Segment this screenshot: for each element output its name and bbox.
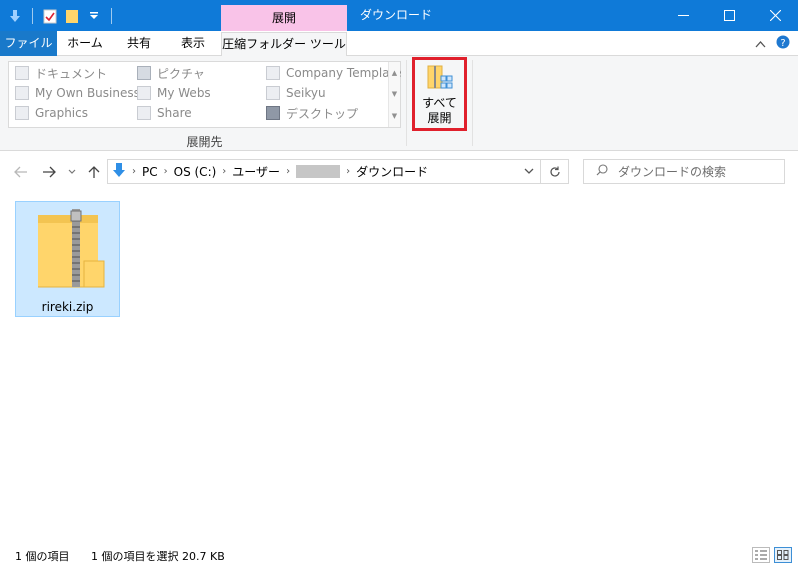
destination-item[interactable]: ドキュメント: [15, 63, 107, 83]
tab-share[interactable]: 共有: [113, 31, 165, 56]
back-button[interactable]: [12, 162, 30, 182]
up-arrow-icon: [88, 166, 100, 178]
status-selection: 1 個の項目を選択 20.7 KB: [91, 550, 225, 563]
document-folder-icon: [15, 66, 29, 80]
minimize-icon: [677, 15, 689, 16]
close-icon: [769, 10, 781, 21]
extract-all-icon: [427, 64, 453, 94]
ribbon-tab-row: ファイル ホーム 共有 表示 圧縮フォルダー ツール ?: [0, 31, 798, 57]
quick-access-toolbar: [6, 6, 116, 26]
gallery-expand-icon[interactable]: ▼: [392, 112, 397, 120]
down-arrow-icon[interactable]: [6, 7, 24, 25]
file-list-view[interactable]: rireki.zip: [0, 192, 798, 538]
search-icon: [596, 164, 608, 179]
ribbon-group-separator: [406, 60, 407, 146]
recent-locations-button[interactable]: [66, 162, 78, 182]
breadcrumb-pc[interactable]: PC: [142, 165, 158, 179]
ribbon-group-separator: [472, 60, 473, 146]
collapse-ribbon-icon[interactable]: [755, 37, 766, 51]
destination-item[interactable]: My Webs: [137, 83, 211, 103]
scroll-down-icon[interactable]: ▼: [392, 90, 397, 98]
breadcrumb-users[interactable]: ユーザー: [232, 163, 280, 180]
tab-file[interactable]: ファイル: [0, 31, 57, 56]
maximize-icon: [723, 10, 735, 21]
scroll-up-icon[interactable]: ▲: [392, 69, 397, 77]
qat-separator: [111, 8, 112, 24]
extract-destination-gallery: ドキュメント ピクチャ Company Template My Own Busi…: [8, 61, 402, 128]
qat-separator: [32, 8, 33, 24]
details-view-button[interactable]: [752, 547, 770, 563]
folder-icon: [266, 66, 280, 80]
destination-item[interactable]: Seikyu: [266, 83, 326, 103]
large-icons-view-icon: [777, 550, 789, 560]
zip-folder-icon: [36, 209, 106, 291]
breadcrumb-downloads[interactable]: ダウンロード: [356, 163, 428, 180]
destination-item[interactable]: Company Template: [266, 63, 402, 83]
folder-icon: [266, 86, 280, 100]
large-icons-view-button[interactable]: [774, 547, 792, 563]
extract-all-label-line2: 展開: [427, 111, 452, 125]
search-box[interactable]: [583, 159, 785, 184]
destination-item[interactable]: My Own Business: [15, 83, 140, 103]
address-bar[interactable]: › PC › OS (C:) › ユーザー › › ダウンロード: [107, 159, 541, 184]
breadcrumb-redacted-user[interactable]: [296, 165, 341, 178]
status-item-count: 1 個の項目: [15, 550, 70, 563]
context-tab-header: 展開: [221, 5, 347, 32]
breadcrumb-chevron-icon[interactable]: ›: [222, 166, 226, 177]
desktop-icon: [266, 106, 280, 120]
folder-icon: [15, 86, 29, 100]
tab-compressed-folder-tools[interactable]: 圧縮フォルダー ツール: [221, 32, 347, 57]
breadcrumb-drive[interactable]: OS (C:): [174, 165, 217, 179]
ribbon-group-label: 展開先: [186, 135, 223, 149]
folder-icon: [137, 106, 151, 120]
breadcrumb-chevron-icon[interactable]: ›: [346, 166, 350, 177]
refresh-button[interactable]: [541, 159, 569, 184]
window-controls: [660, 0, 798, 31]
extract-all-label-line1: すべて: [422, 96, 457, 110]
destination-item[interactable]: Share: [137, 103, 192, 123]
folder-icon: [137, 86, 151, 100]
help-icon[interactable]: ?: [776, 35, 790, 52]
title-bar: 展開 ダウンロード: [0, 0, 798, 32]
address-dropdown-icon[interactable]: [524, 164, 534, 177]
back-arrow-icon: [14, 166, 27, 178]
view-toggle: [752, 547, 792, 563]
up-button[interactable]: [85, 162, 103, 182]
svg-text:?: ?: [780, 38, 785, 49]
properties-icon[interactable]: [41, 7, 59, 25]
folder-icon: [15, 106, 29, 120]
forward-arrow-icon: [43, 166, 56, 178]
gallery-scrollbar[interactable]: ▲ ▼ ▼: [388, 62, 400, 127]
destination-item[interactable]: デスクトップ: [266, 103, 358, 123]
minimize-button[interactable]: [660, 0, 706, 31]
tab-home[interactable]: ホーム: [57, 31, 113, 56]
breadcrumb-chevron-icon[interactable]: ›: [132, 166, 136, 177]
new-folder-icon[interactable]: [63, 7, 81, 25]
window-title: ダウンロード: [360, 8, 433, 22]
qat-dropdown-icon[interactable]: [85, 7, 103, 25]
downloads-folder-icon: [112, 162, 126, 181]
destination-item[interactable]: Graphics: [15, 103, 88, 123]
maximize-button[interactable]: [706, 0, 752, 31]
file-item[interactable]: rireki.zip: [15, 201, 120, 317]
status-bar: 1 個の項目 1 個の項目を選択 20.7 KB: [0, 543, 798, 568]
breadcrumb-chevron-icon[interactable]: ›: [164, 166, 168, 177]
close-button[interactable]: [752, 0, 798, 31]
file-name: rireki.zip: [41, 300, 94, 314]
destination-item[interactable]: ピクチャ: [137, 63, 205, 83]
details-view-icon: [755, 550, 767, 560]
forward-button[interactable]: [40, 162, 58, 182]
extract-all-button[interactable]: すべて 展開: [412, 57, 467, 131]
navigation-bar: › PC › OS (C:) › ユーザー › › ダウンロード: [0, 152, 798, 192]
breadcrumb-chevron-icon[interactable]: ›: [286, 166, 290, 177]
chevron-down-icon: [68, 169, 76, 174]
search-input[interactable]: [618, 164, 778, 179]
ribbon: ドキュメント ピクチャ Company Template My Own Busi…: [0, 56, 798, 151]
ribbon-tab-controls: ?: [755, 35, 790, 52]
tab-view[interactable]: 表示: [165, 31, 221, 56]
refresh-icon: [549, 166, 560, 177]
pictures-folder-icon: [137, 66, 151, 80]
